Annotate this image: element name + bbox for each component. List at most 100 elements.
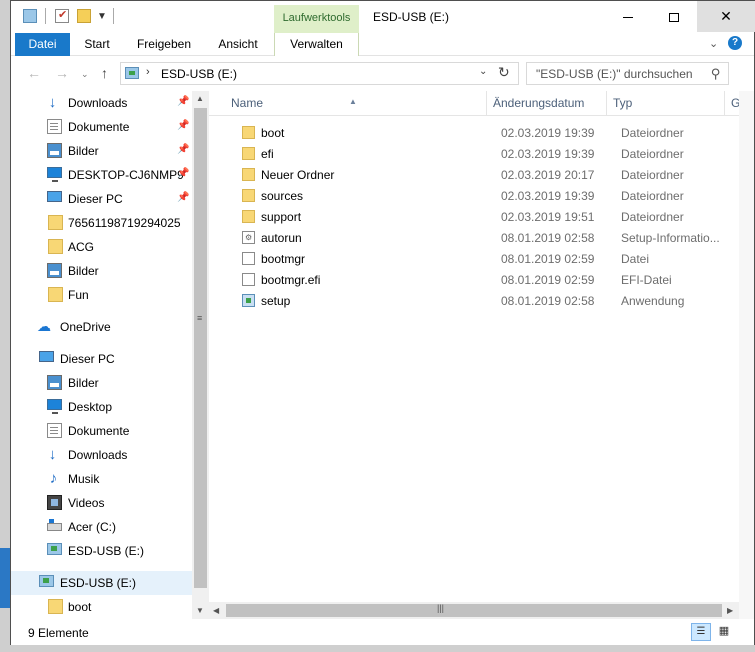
nav-item-dieser-pc[interactable]: Dieser PC <box>11 347 194 371</box>
back-arrow-icon[interactable]: ← <box>27 65 41 81</box>
file-row[interactable]: support 02.03.2019 19:51 Dateiordner <box>209 206 729 227</box>
nav-item-acer-c[interactable]: Acer (C:) <box>11 515 194 539</box>
folder-icon <box>48 599 63 614</box>
nav-item-dieser-pc[interactable]: Dieser PC 📌 <box>11 187 194 211</box>
nav-item-folder[interactable]: 76561198719294025 <box>11 211 194 235</box>
recent-locations-chevron-icon[interactable]: ⌄ <box>81 69 89 80</box>
title-bar[interactable]: ▼ Laufwerktools ESD-USB (E:) ✕ <box>11 1 755 34</box>
pin-icon[interactable]: 📌 <box>177 192 189 203</box>
tab-verwalten[interactable]: Verwalten <box>274 33 359 56</box>
ribbon-tabs: Datei Start Freigeben Ansicht Verwalten … <box>11 33 754 56</box>
properties-icon[interactable] <box>55 8 69 23</box>
column-header-date[interactable]: Änderungsdatum <box>487 91 607 116</box>
nav-item-label: Musik <box>68 472 100 486</box>
nav-item-esd-usb-root[interactable]: ESD-USB (E:) <box>11 571 194 595</box>
file-date: 08.01.2019 02:58 <box>501 294 595 308</box>
search-icon[interactable]: ⚲ <box>711 66 721 82</box>
maximize-button[interactable] <box>651 1 697 32</box>
chevron-down-icon[interactable]: ⌄ <box>479 66 487 77</box>
nav-item-downloads[interactable]: ↓ Downloads <box>11 443 194 467</box>
new-folder-icon[interactable] <box>77 9 91 23</box>
nav-item-fun[interactable]: Fun <box>11 283 194 307</box>
file-row[interactable]: autorun 08.01.2019 02:58 Setup-Informati… <box>209 227 729 248</box>
file-type: Dateiordner <box>621 168 684 182</box>
close-icon: ✕ <box>720 8 732 24</box>
nav-item-desktop[interactable]: Desktop <box>11 395 194 419</box>
file-name: sources <box>261 189 304 203</box>
nav-item-bilder[interactable]: Bilder 📌 <box>11 139 194 163</box>
nav-item-label: ACG <box>68 240 95 254</box>
file-row[interactable]: sources 02.03.2019 19:39 Dateiordner <box>209 185 729 206</box>
file-icon <box>242 273 255 286</box>
large-icons-view-icon[interactable]: ▦ <box>714 623 734 641</box>
pin-icon[interactable]: 📌 <box>177 120 189 131</box>
vertical-scrollbar[interactable] <box>739 91 754 619</box>
pc-icon <box>39 351 54 362</box>
search-placeholder: "ESD-USB (E:)" durchsuchen <box>536 67 693 81</box>
up-arrow-icon[interactable]: ↑ <box>101 65 108 81</box>
nav-item-boot[interactable]: boot <box>11 595 194 619</box>
tab-start[interactable]: Start <box>73 33 121 56</box>
help-icon[interactable]: ? <box>728 36 742 50</box>
tab-freigeben[interactable]: Freigeben <box>127 33 201 56</box>
breadcrumb-path[interactable]: ESD-USB (E:) <box>161 67 237 81</box>
column-header-type[interactable]: Typ <box>607 91 725 116</box>
folder-icon <box>242 168 255 181</box>
scrollbar-thumb[interactable] <box>226 604 722 617</box>
maximize-icon <box>669 12 679 22</box>
nav-item-label: Dieser PC <box>60 352 115 366</box>
forward-arrow-icon[interactable]: → <box>55 65 69 81</box>
pin-icon[interactable]: 📌 <box>177 96 189 107</box>
scrollbar-thumb[interactable] <box>194 108 207 588</box>
desktop-icon <box>47 399 62 414</box>
file-date: 02.03.2019 19:51 <box>501 210 595 224</box>
file-date: 02.03.2019 19:39 <box>501 147 595 161</box>
file-name: setup <box>261 294 291 308</box>
address-bar[interactable]: › ESD-USB (E:) ⌄ ↻ <box>120 62 519 85</box>
nav-item-bilder[interactable]: Bilder <box>11 259 194 283</box>
scroll-right-icon[interactable]: ▶ <box>727 606 733 615</box>
file-row[interactable]: setup 08.01.2019 02:58 Anwendung <box>209 290 729 311</box>
nav-pane-scrollbar[interactable]: ▲ ≡ ▼ <box>192 91 209 619</box>
minimize-button[interactable] <box>605 1 651 32</box>
nav-item-onedrive[interactable]: ☁ OneDrive <box>11 315 194 339</box>
usb-drive-icon <box>125 67 139 79</box>
close-button[interactable]: ✕ <box>697 1 755 32</box>
nav-item-acg[interactable]: ACG <box>11 235 194 259</box>
horizontal-scrollbar[interactable]: ◀ ||| ▶ <box>209 602 739 619</box>
file-row[interactable]: bootmgr.efi 08.01.2019 02:59 EFI-Datei <box>209 269 729 290</box>
column-header-name[interactable]: ▲ Name <box>209 91 487 116</box>
quick-access-toolbar-dropdown-icon[interactable]: ▼ <box>97 11 107 25</box>
nav-item-label: Dokumente <box>68 424 130 438</box>
file-row[interactable]: boot 02.03.2019 19:39 Dateiordner <box>209 122 729 143</box>
breadcrumb-chevron-icon[interactable]: › <box>146 66 150 78</box>
tab-datei[interactable]: Datei <box>15 33 70 56</box>
scroll-left-icon[interactable]: ◀ <box>213 606 219 615</box>
file-row[interactable]: bootmgr 08.01.2019 02:59 Datei <box>209 248 729 269</box>
pin-icon[interactable]: 📌 <box>177 168 189 179</box>
pin-icon[interactable]: 📌 <box>177 144 189 155</box>
nav-item-esd-usb[interactable]: ESD-USB (E:) <box>11 539 194 563</box>
scroll-down-icon[interactable]: ▼ <box>196 606 204 615</box>
search-input[interactable]: "ESD-USB (E:)" durchsuchen ⚲ <box>526 62 729 85</box>
nav-item-dokumente[interactable]: Dokumente 📌 <box>11 115 194 139</box>
nav-item-videos[interactable]: Videos <box>11 491 194 515</box>
refresh-icon[interactable]: ↻ <box>498 64 510 81</box>
file-type: Setup-Informatio... <box>621 231 720 245</box>
nav-item-musik[interactable]: ♪ Musik <box>11 467 194 491</box>
download-icon: ↓ <box>48 94 57 111</box>
expand-ribbon-icon[interactable]: ⌄ <box>709 37 718 50</box>
nav-item-desktop-cj6nmp9[interactable]: DESKTOP-CJ6NMP9 📌 <box>11 163 194 187</box>
nav-item-downloads[interactable]: ↓ Downloads 📌 <box>11 91 194 115</box>
file-row[interactable]: Neuer Ordner 02.03.2019 20:17 Dateiordne… <box>209 164 729 185</box>
folder-icon <box>242 189 255 202</box>
file-row[interactable]: efi 02.03.2019 19:39 Dateiordner <box>209 143 729 164</box>
details-view-icon[interactable]: ☰ <box>691 623 711 641</box>
nav-item-dokumente[interactable]: Dokumente <box>11 419 194 443</box>
scroll-up-icon[interactable]: ▲ <box>196 94 204 103</box>
nav-item-label: Fun <box>68 288 89 302</box>
tab-ansicht[interactable]: Ansicht <box>207 33 269 56</box>
context-tab-title: Laufwerktools <box>274 5 359 34</box>
nav-item-bilder[interactable]: Bilder <box>11 371 194 395</box>
usb-drive-icon[interactable] <box>23 9 37 23</box>
